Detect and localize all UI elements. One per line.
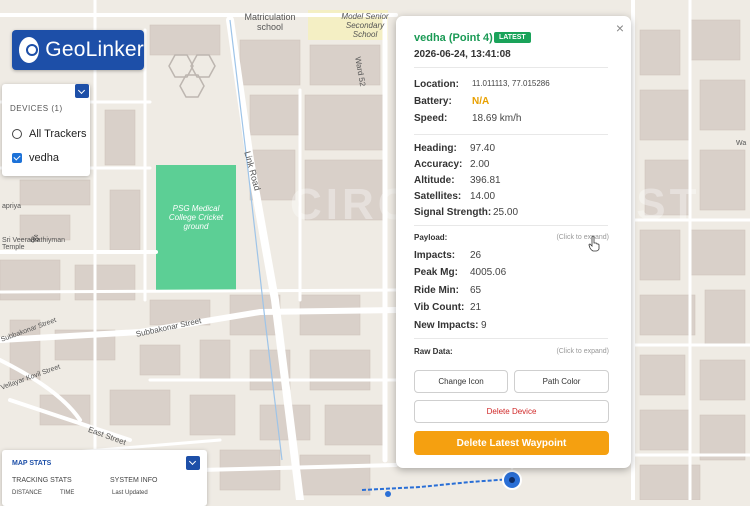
- tracking-stats-title: TRACKING STATS: [12, 477, 72, 484]
- divider: [414, 225, 608, 226]
- ride-min-value: 65: [470, 285, 482, 296]
- distance-label: DISTANCE: [12, 490, 42, 496]
- speed-label: Speed:: [414, 113, 448, 124]
- om-icon: ॐ: [30, 235, 40, 246]
- popup-datetime: 2026-06-24, 13:41:08: [414, 49, 511, 60]
- map-label-model-school: Model Senior Secondary School: [341, 12, 389, 39]
- logo-text: GeoLinker: [45, 38, 144, 61]
- popup-title: vedha (Point 4): [414, 32, 493, 44]
- impacts-value: 26: [470, 250, 482, 261]
- path-color-button[interactable]: Path Color: [514, 370, 609, 393]
- payload-expand-link[interactable]: (Click to expand): [556, 234, 609, 241]
- raw-data-expand-link[interactable]: (Click to expand): [556, 348, 609, 355]
- radio-icon[interactable]: [12, 129, 22, 139]
- payload-label[interactable]: Payload:: [414, 233, 447, 242]
- collapse-map-stats-button[interactable]: [186, 456, 200, 470]
- devices-title: DEVICES (1): [10, 104, 63, 113]
- altitude-value: 396.81: [470, 175, 501, 186]
- logo-icon: [19, 37, 40, 63]
- peak-mg-value: 4005.06: [470, 267, 507, 278]
- device-label: All Trackers: [29, 128, 87, 140]
- geolinker-logo: GeoLinker: [12, 30, 144, 70]
- vib-count-value: 21: [470, 302, 482, 313]
- location-label: Location:: [414, 79, 459, 90]
- heading-label: Heading:: [414, 143, 457, 154]
- impacts-label: Impacts:: [414, 250, 456, 261]
- heading-value: 97.40: [470, 143, 496, 154]
- signal-label: Signal Strength:: [414, 207, 492, 218]
- accuracy-label: Accuracy:: [414, 159, 463, 170]
- device-item-all-trackers[interactable]: All Trackers: [12, 128, 86, 140]
- divider: [414, 134, 608, 135]
- checkbox-checked-icon[interactable]: [12, 153, 22, 163]
- new-impacts-value: 9: [481, 320, 487, 331]
- hand-cursor-icon: [588, 236, 600, 252]
- delete-latest-waypoint-button[interactable]: Delete Latest Waypoint: [414, 431, 609, 455]
- map-stats-title: MAP STATS: [12, 460, 52, 467]
- altitude-label: Altitude:: [414, 175, 455, 186]
- peak-mg-label: Peak Mg:: [414, 267, 458, 278]
- satellites-value: 14.00: [470, 191, 496, 202]
- divider: [414, 67, 608, 68]
- route-point[interactable]: [385, 491, 391, 497]
- time-label: TIME: [60, 490, 75, 496]
- latest-badge: LATEST: [494, 32, 531, 43]
- speed-value: 18.69 km/h: [472, 113, 522, 124]
- satellites-label: Satellites:: [414, 191, 462, 202]
- system-info-title: SYSTEM INFO: [110, 477, 158, 484]
- ride-min-label: Ride Min:: [414, 285, 459, 296]
- map-label-apriya: apriya: [2, 203, 22, 210]
- divider: [414, 338, 608, 339]
- change-icon-button[interactable]: Change Icon: [414, 370, 508, 393]
- battery-label: Battery:: [414, 96, 452, 107]
- raw-data-label[interactable]: Raw Data:: [414, 347, 453, 356]
- device-label: vedha: [29, 152, 59, 164]
- location-value: 11.011113, 77.015286: [472, 79, 550, 88]
- map-label-right-edge: Wa: [736, 140, 747, 147]
- map-stats-panel: MAP STATS TRACKING STATS SYSTEM INFO DIS…: [2, 450, 207, 506]
- devices-panel: DEVICES (1) All Trackers vedha: [2, 84, 90, 176]
- vib-count-label: Vib Count:: [414, 302, 465, 313]
- device-item-vedha[interactable]: vedha: [12, 152, 59, 164]
- close-icon[interactable]: ×: [616, 20, 624, 36]
- map-label-cricket: PSG Medical College Cricket ground: [168, 204, 224, 231]
- delete-device-button[interactable]: Delete Device: [414, 400, 609, 423]
- map-label-school: Matriculation school: [244, 12, 296, 32]
- last-updated-label: Last Updated: [112, 490, 148, 496]
- accuracy-value: 2.00: [470, 159, 490, 170]
- collapse-devices-button[interactable]: [75, 84, 89, 98]
- signal-value: 25.00: [493, 207, 519, 218]
- new-impacts-label: New Impacts:: [414, 320, 479, 331]
- battery-value: N/A: [472, 96, 490, 107]
- map-canvas[interactable]: [0, 0, 750, 500]
